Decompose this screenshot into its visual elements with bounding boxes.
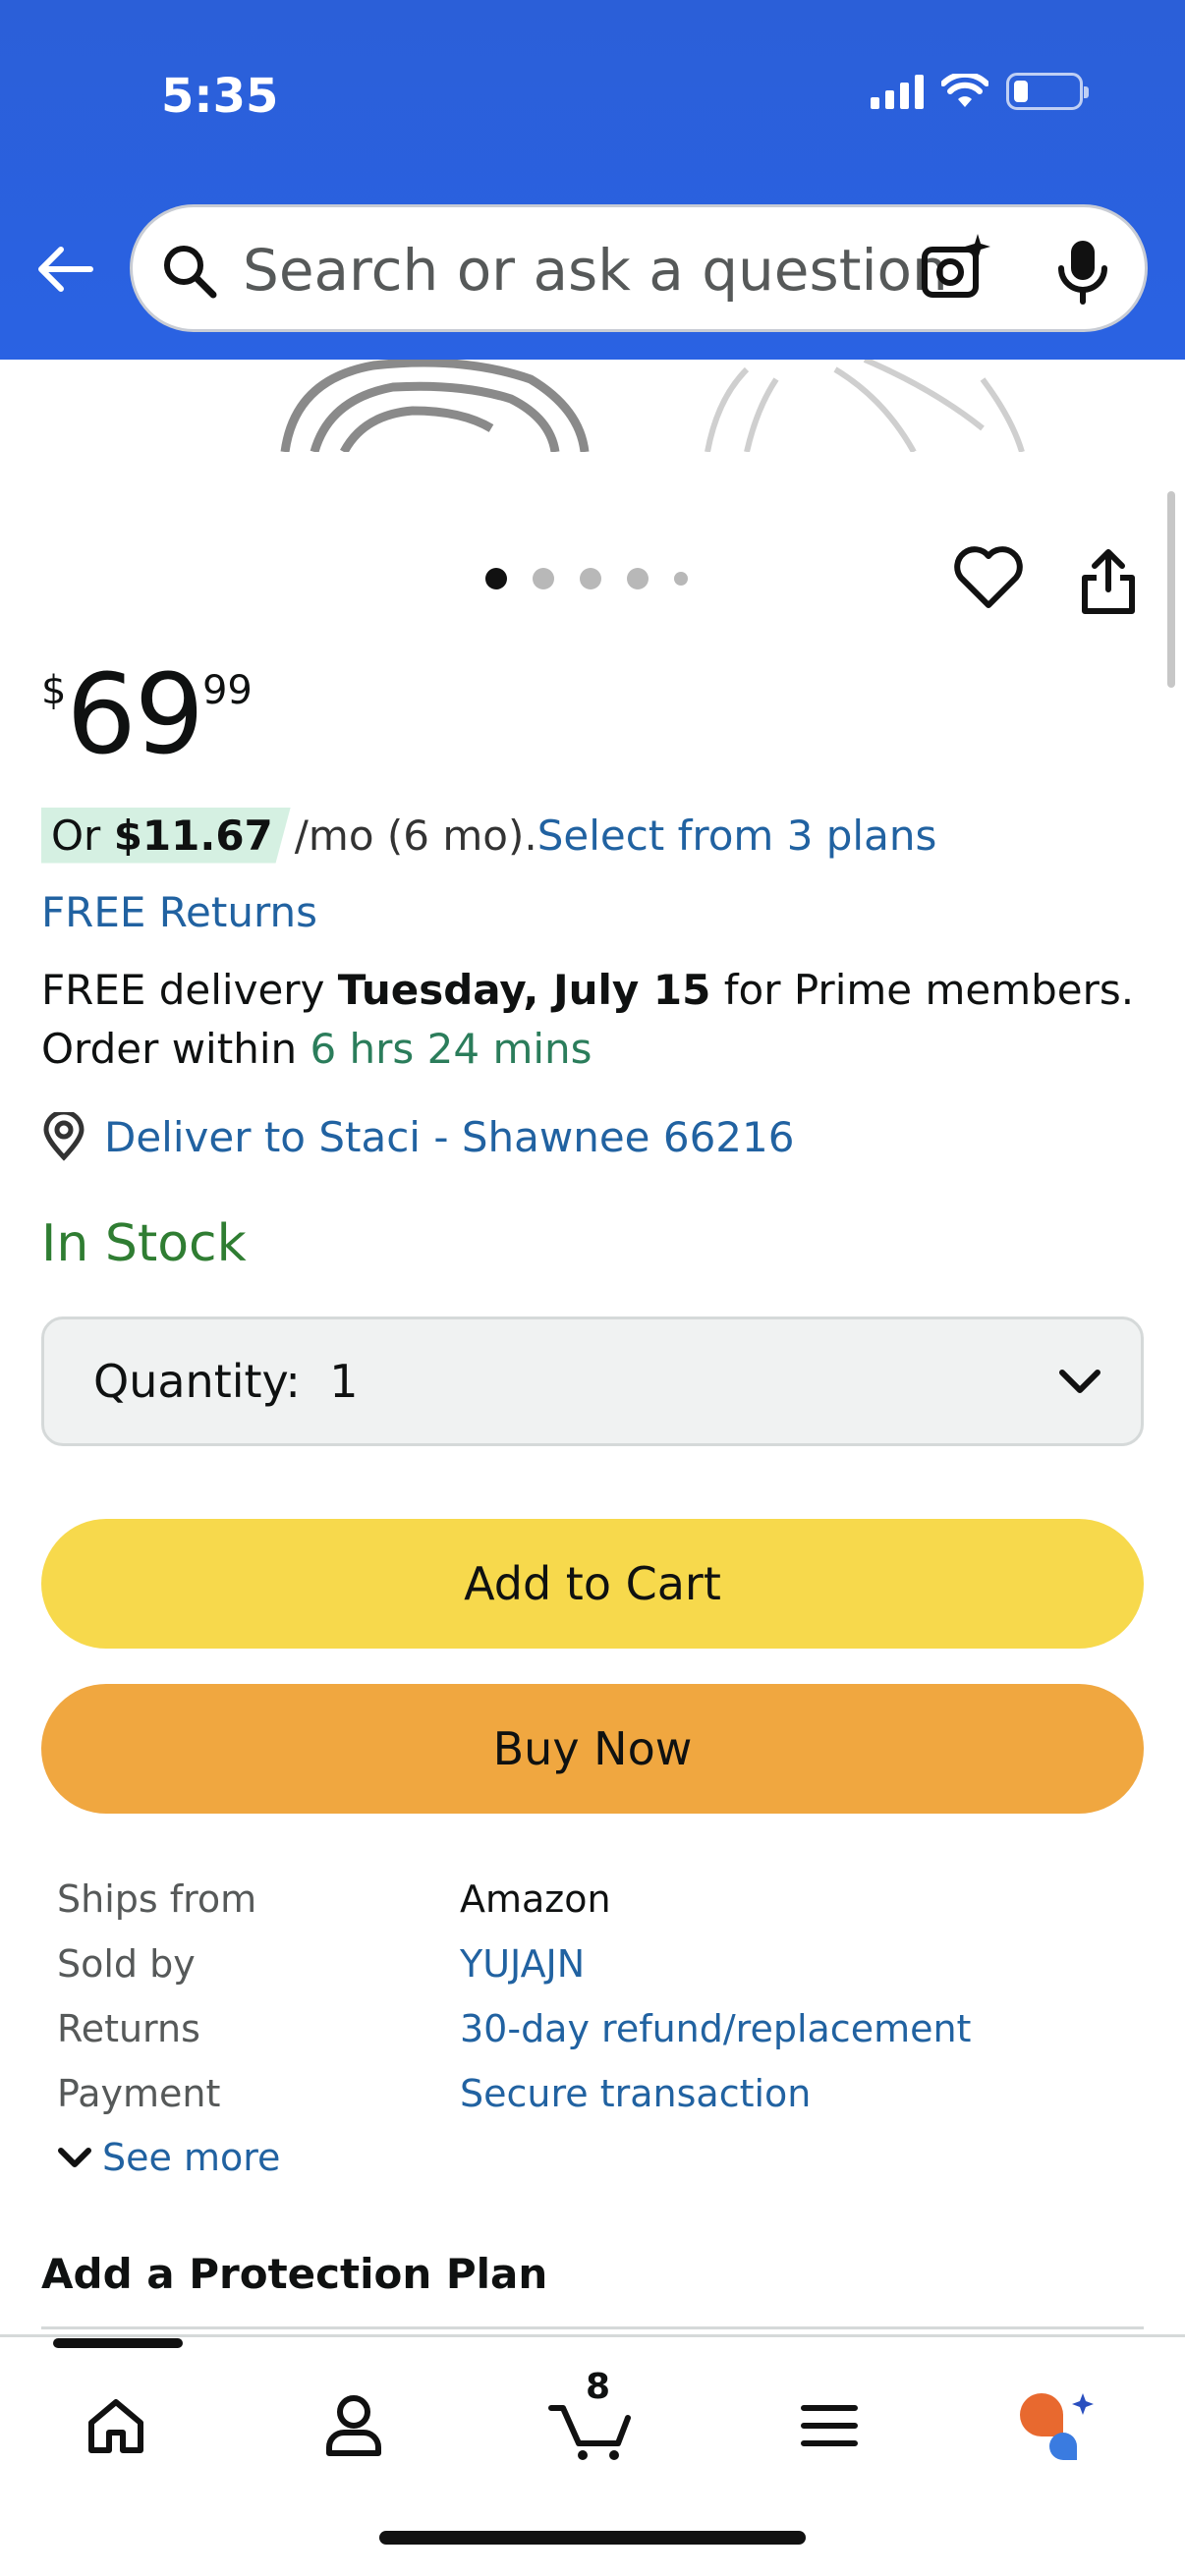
tab-indicator (53, 2338, 183, 2348)
chevron-down-icon (58, 2148, 91, 2167)
status-time: 5:35 (161, 69, 279, 124)
detail-row: Payment Secure transaction (57, 2061, 971, 2126)
installment-badge: Or $11.67 (41, 807, 291, 864)
nav-rufus[interactable] (1008, 2377, 1106, 2475)
installment-prefix: Or (51, 811, 114, 860)
price-fraction: 99 (201, 668, 253, 713)
cart-count-badge: 8 (586, 2367, 611, 2407)
app-header: 5:35 Search or ask a question (0, 0, 1185, 360)
heart-icon[interactable] (953, 546, 1024, 611)
quantity-label-text: Quantity: (93, 1355, 301, 1408)
select-plans-link[interactable]: Select from 3 plans (537, 812, 937, 860)
product-image[interactable] (0, 360, 1185, 452)
delivery-prefix: FREE delivery (41, 966, 338, 1014)
buy-now-button[interactable]: Buy Now (41, 1684, 1144, 1814)
carousel-dot[interactable] (674, 572, 688, 586)
delivery-info: FREE delivery Tuesday, July 15 for Prime… (41, 961, 1161, 1079)
person-icon (326, 2395, 381, 2456)
installment-term: /mo (6 mo). (294, 811, 537, 860)
price: $ 69 99 (41, 660, 253, 770)
location-pin-icon (43, 1112, 85, 1161)
delivery-date: Tuesday, July 15 (337, 966, 711, 1014)
quantity-select[interactable]: Quantity: 1 (41, 1316, 1144, 1446)
see-more-button[interactable]: See more (57, 2136, 280, 2179)
see-more-label[interactable]: See more (102, 2136, 280, 2179)
wifi-icon (941, 74, 988, 107)
back-arrow-icon (38, 247, 93, 292)
carousel-indicator[interactable] (485, 568, 688, 589)
free-returns-link[interactable]: FREE Returns (41, 888, 317, 936)
price-symbol: $ (41, 668, 67, 713)
microphone-icon[interactable] (1056, 237, 1109, 306)
detail-value: Amazon (460, 1877, 611, 1921)
nav-account[interactable] (305, 2377, 403, 2475)
home-indicator[interactable] (379, 2531, 806, 2545)
deliver-to-label[interactable]: Deliver to Staci - Shawnee 66216 (104, 1113, 794, 1161)
deliver-to-link[interactable]: Deliver to Staci - Shawnee 66216 (41, 1112, 794, 1161)
rufus-assistant-icon (1020, 2393, 1094, 2460)
nav-home[interactable] (67, 2377, 165, 2475)
detail-row: Returns 30-day refund/replacement (57, 1996, 971, 2061)
back-button[interactable] (33, 238, 96, 301)
add-to-cart-button[interactable]: Add to Cart (41, 1519, 1144, 1649)
carousel-dot[interactable] (533, 568, 554, 589)
protection-plan-heading: Add a Protection Plan (41, 2250, 548, 2298)
chevron-down-icon (1059, 1370, 1100, 1393)
detail-key: Sold by (57, 1942, 196, 1986)
carousel-dot[interactable] (627, 568, 649, 589)
search-input[interactable]: Search or ask a question (243, 237, 948, 304)
stock-status: In Stock (41, 1214, 247, 1273)
detail-row: Sold by YUJAJN (57, 1932, 971, 1996)
detail-key: Payment (57, 2072, 221, 2115)
payment-link[interactable]: Secure transaction (460, 2072, 811, 2115)
search-icon (164, 246, 217, 299)
camera-sparkle-icon[interactable] (919, 232, 993, 307)
quantity-label: Quantity: 1 (93, 1355, 358, 1408)
share-icon[interactable] (1077, 546, 1140, 617)
chain-necklace-image (280, 360, 1025, 452)
installment-amount: $11.67 (113, 811, 273, 860)
detail-row: Ships from Amazon (57, 1867, 971, 1932)
cellular-signal-icon (871, 74, 924, 109)
carousel-dot[interactable] (580, 568, 601, 589)
detail-key: Ships from (57, 1877, 257, 1921)
home-icon (88, 2399, 143, 2453)
menu-icon (801, 2405, 858, 2446)
status-icons (871, 73, 1089, 110)
scrollbar[interactable] (1167, 491, 1175, 688)
seller-link[interactable]: YUJAJN (460, 1942, 585, 1986)
order-within-label: Order within (41, 1025, 310, 1073)
search-bar[interactable]: Search or ask a question (130, 204, 1148, 332)
battery-icon (1006, 73, 1089, 110)
installment-row: Or $11.67 /mo (6 mo). Select from 3 plan… (41, 804, 936, 867)
nav-menu[interactable] (780, 2377, 878, 2475)
seller-details: Ships from Amazon Sold by YUJAJN Returns… (57, 1867, 971, 2126)
price-whole: 69 (66, 651, 204, 779)
detail-key: Returns (57, 2007, 200, 2050)
order-countdown: 6 hrs 24 mins (310, 1025, 592, 1073)
returns-link[interactable]: 30-day refund/replacement (460, 2007, 971, 2050)
divider (41, 2326, 1144, 2329)
carousel-dot[interactable] (485, 568, 507, 589)
delivery-suffix: for Prime members. (710, 966, 1135, 1014)
quantity-value: 1 (329, 1355, 359, 1408)
